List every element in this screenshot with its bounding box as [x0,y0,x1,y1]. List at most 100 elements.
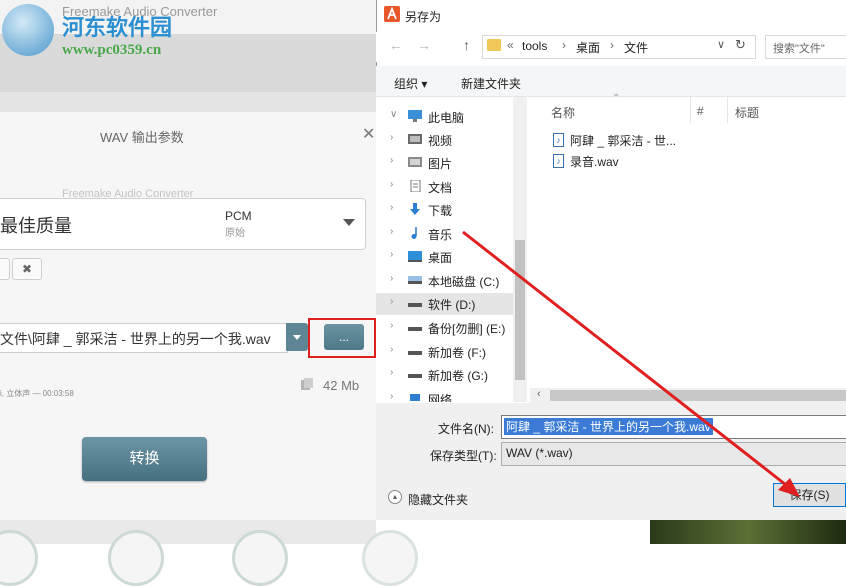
column-divider[interactable] [690,97,691,123]
file-row[interactable]: ♪ 阿肆 _ 郭采洁 - 世... [553,131,693,149]
drive-icon [408,351,422,355]
chevron-right-icon[interactable]: › [390,202,393,213]
file-row[interactable]: ♪ 录音.wav [553,152,693,170]
nav-item-drive-e[interactable]: › 备份[勿删] (E:) [380,317,512,339]
column-header-name[interactable]: 名称 [551,104,575,121]
chevron-right-icon[interactable]: › [390,226,393,237]
drive-icon [408,276,422,284]
nav-item-label: 本地磁盘 (C:) [428,275,500,289]
back-arrow-icon[interactable]: ← [389,37,403,53]
nav-item-label: 下载 [428,204,453,218]
horizontal-scrollbar-thumb[interactable] [550,390,846,401]
preset-subtitle: 原始 [225,228,245,239]
column-header-number[interactable]: # [697,104,704,118]
drive-icon [408,374,422,378]
format-button-circle[interactable] [232,530,288,586]
nav-item-label: 软件 (D:) [428,298,476,312]
music-folder-icon [411,227,417,239]
file-size-icon [301,378,313,390]
nav-item-desktop[interactable]: › 桌面 [380,246,512,268]
preset-name: 最佳质量 [0,216,72,236]
drive-icon [408,327,422,331]
search-placeholder: 搜索"文件" [773,43,825,55]
filetype-label: 保存类型(T): [430,449,497,463]
breadcrumb-item[interactable]: tools [522,39,547,53]
app-icon [384,6,400,22]
nav-item-drive-d[interactable]: › 软件 (D:) [380,293,512,315]
filename-label: 文件名(N): [438,422,494,436]
chevron-right-icon[interactable]: › [390,320,393,331]
nav-scrollbar-thumb[interactable] [515,240,525,380]
chevron-right-icon[interactable]: › [390,273,393,284]
breadcrumb-overflow[interactable]: « [507,38,514,52]
sort-ascending-icon: ⌃ [612,93,621,104]
breadcrumb-item[interactable]: 文件 [624,39,648,56]
annotation-highlight-box [308,318,376,358]
breadcrumb-separator: › [610,38,614,52]
documents-folder-icon [410,180,421,192]
dialog-title: 另存为 [405,10,442,24]
file-name: 阿肆 _ 郭采洁 - 世... [570,134,677,148]
breadcrumb-item[interactable]: 桌面 [576,39,600,56]
nav-item-downloads[interactable]: › 下载 [380,199,512,221]
download-folder-icon [410,203,420,215]
nav-item-label: 图片 [428,157,453,171]
chevron-right-icon[interactable]: › [390,179,393,190]
chevron-right-icon[interactable]: › [390,344,393,355]
organize-button[interactable]: 组织 ▾ [394,75,427,92]
refresh-icon[interactable]: ↻ [735,37,746,53]
nav-item-drive-c[interactable]: › 本地磁盘 (C:) [380,270,512,292]
chevron-right-icon[interactable]: › [390,391,393,402]
new-folder-button[interactable]: 新建文件夹 [461,75,521,92]
site-logo-icon [2,4,54,56]
chevron-down-icon[interactable] [343,219,355,226]
filetype-value: WAV (*.wav) [506,446,573,460]
file-name: 录音.wav [570,155,619,169]
column-header-title[interactable]: 标题 [735,104,759,121]
chevron-down-icon[interactable]: ∨ [390,109,397,120]
video-folder-icon [408,134,422,144]
chevron-right-icon[interactable]: › [390,132,393,143]
nav-item-pictures[interactable]: › 图片 [380,152,512,174]
forward-arrow-icon[interactable]: → [417,37,431,53]
nav-item-documents[interactable]: › 文档 [380,176,512,198]
chevron-right-icon[interactable]: › [390,367,393,378]
nav-item-drive-g[interactable]: › 新加卷 (G:) [380,364,512,386]
nav-item-music[interactable]: › 音乐 [380,223,512,245]
chevron-down-icon[interactable]: ∨ [717,38,725,51]
nav-item-label: 此电脑 [428,111,465,125]
nav-item-this-pc[interactable]: ∨ 此电脑 [380,106,512,128]
folder-icon [487,39,501,51]
chevron-right-icon[interactable]: › [390,155,393,166]
nav-item-label: 视频 [428,134,453,148]
close-icon[interactable]: ✕ [362,124,375,144]
convert-button[interactable]: 转换 [82,437,207,481]
save-button[interactable]: 保存(S) [773,483,846,507]
chevron-right-icon[interactable]: › [390,249,393,260]
collapse-icon[interactable]: ▴ [388,490,402,504]
pictures-folder-icon [408,157,422,167]
nav-item-label: 网络 [428,393,453,402]
audio-file-icon: ♪ [553,154,564,168]
network-icon [410,394,420,401]
up-arrow-icon[interactable]: ↑ [463,37,470,53]
nav-item-video[interactable]: › 视频 [380,129,512,151]
nav-item-network[interactable]: › 网络 [380,388,512,402]
hide-folders-toggle[interactable]: 隐藏文件夹 [408,491,468,508]
format-button-circle[interactable] [108,530,164,586]
desktop-folder-icon [408,251,422,262]
chevron-right-icon[interactable]: › [390,296,393,307]
file-size-text: 42 Mb [323,378,360,393]
app-toolbar [0,34,376,92]
nav-item-label: 文档 [428,181,453,195]
nav-item-label: 桌面 [428,251,453,265]
drive-icon [408,303,422,307]
output-path-dropdown[interactable] [286,323,308,351]
column-divider[interactable] [727,97,728,123]
scroll-left-icon[interactable]: ‹ [537,388,541,400]
edit-preset-button[interactable] [0,258,10,280]
format-button-circle[interactable] [362,530,418,586]
nav-item-label: 备份[勿删] (E:) [428,322,506,336]
delete-preset-button[interactable]: ✖ [12,258,42,280]
nav-item-drive-f[interactable]: › 新加卷 (F:) [380,341,512,363]
